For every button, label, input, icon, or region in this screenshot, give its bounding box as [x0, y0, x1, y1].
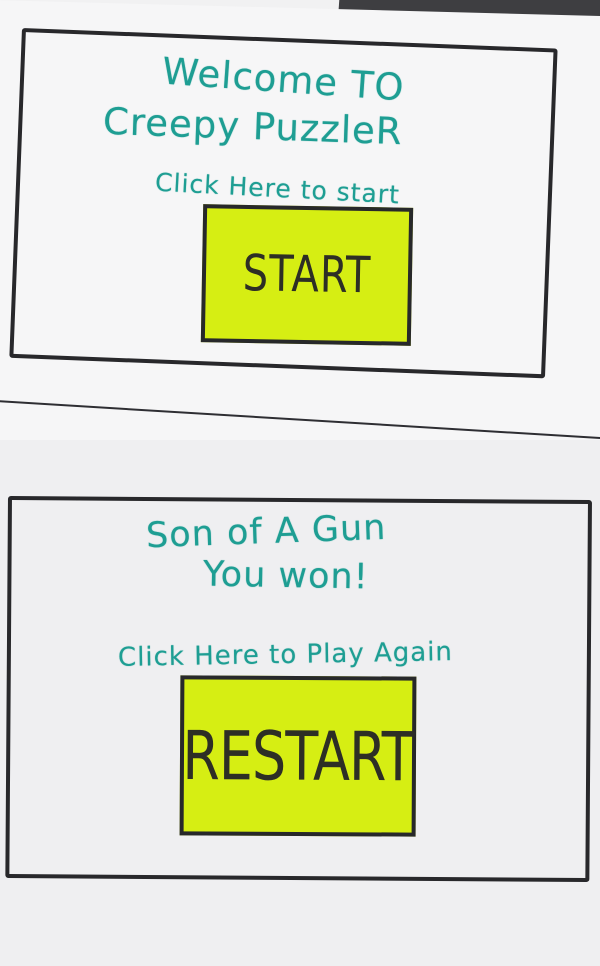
restart-button-label: RESTART — [182, 716, 414, 796]
win-title-line1: Son of A Gun — [145, 507, 387, 557]
paper-sketch: Welcome TO Creepy PuzzleR Click Here to … — [0, 0, 600, 966]
start-button-label: START — [242, 245, 372, 305]
win-title-line2: You won! — [202, 554, 370, 598]
play-again-instruction: Click Here to Play Again — [117, 637, 454, 673]
start-button[interactable]: START — [200, 204, 414, 346]
restart-button[interactable]: RESTART — [179, 675, 417, 837]
